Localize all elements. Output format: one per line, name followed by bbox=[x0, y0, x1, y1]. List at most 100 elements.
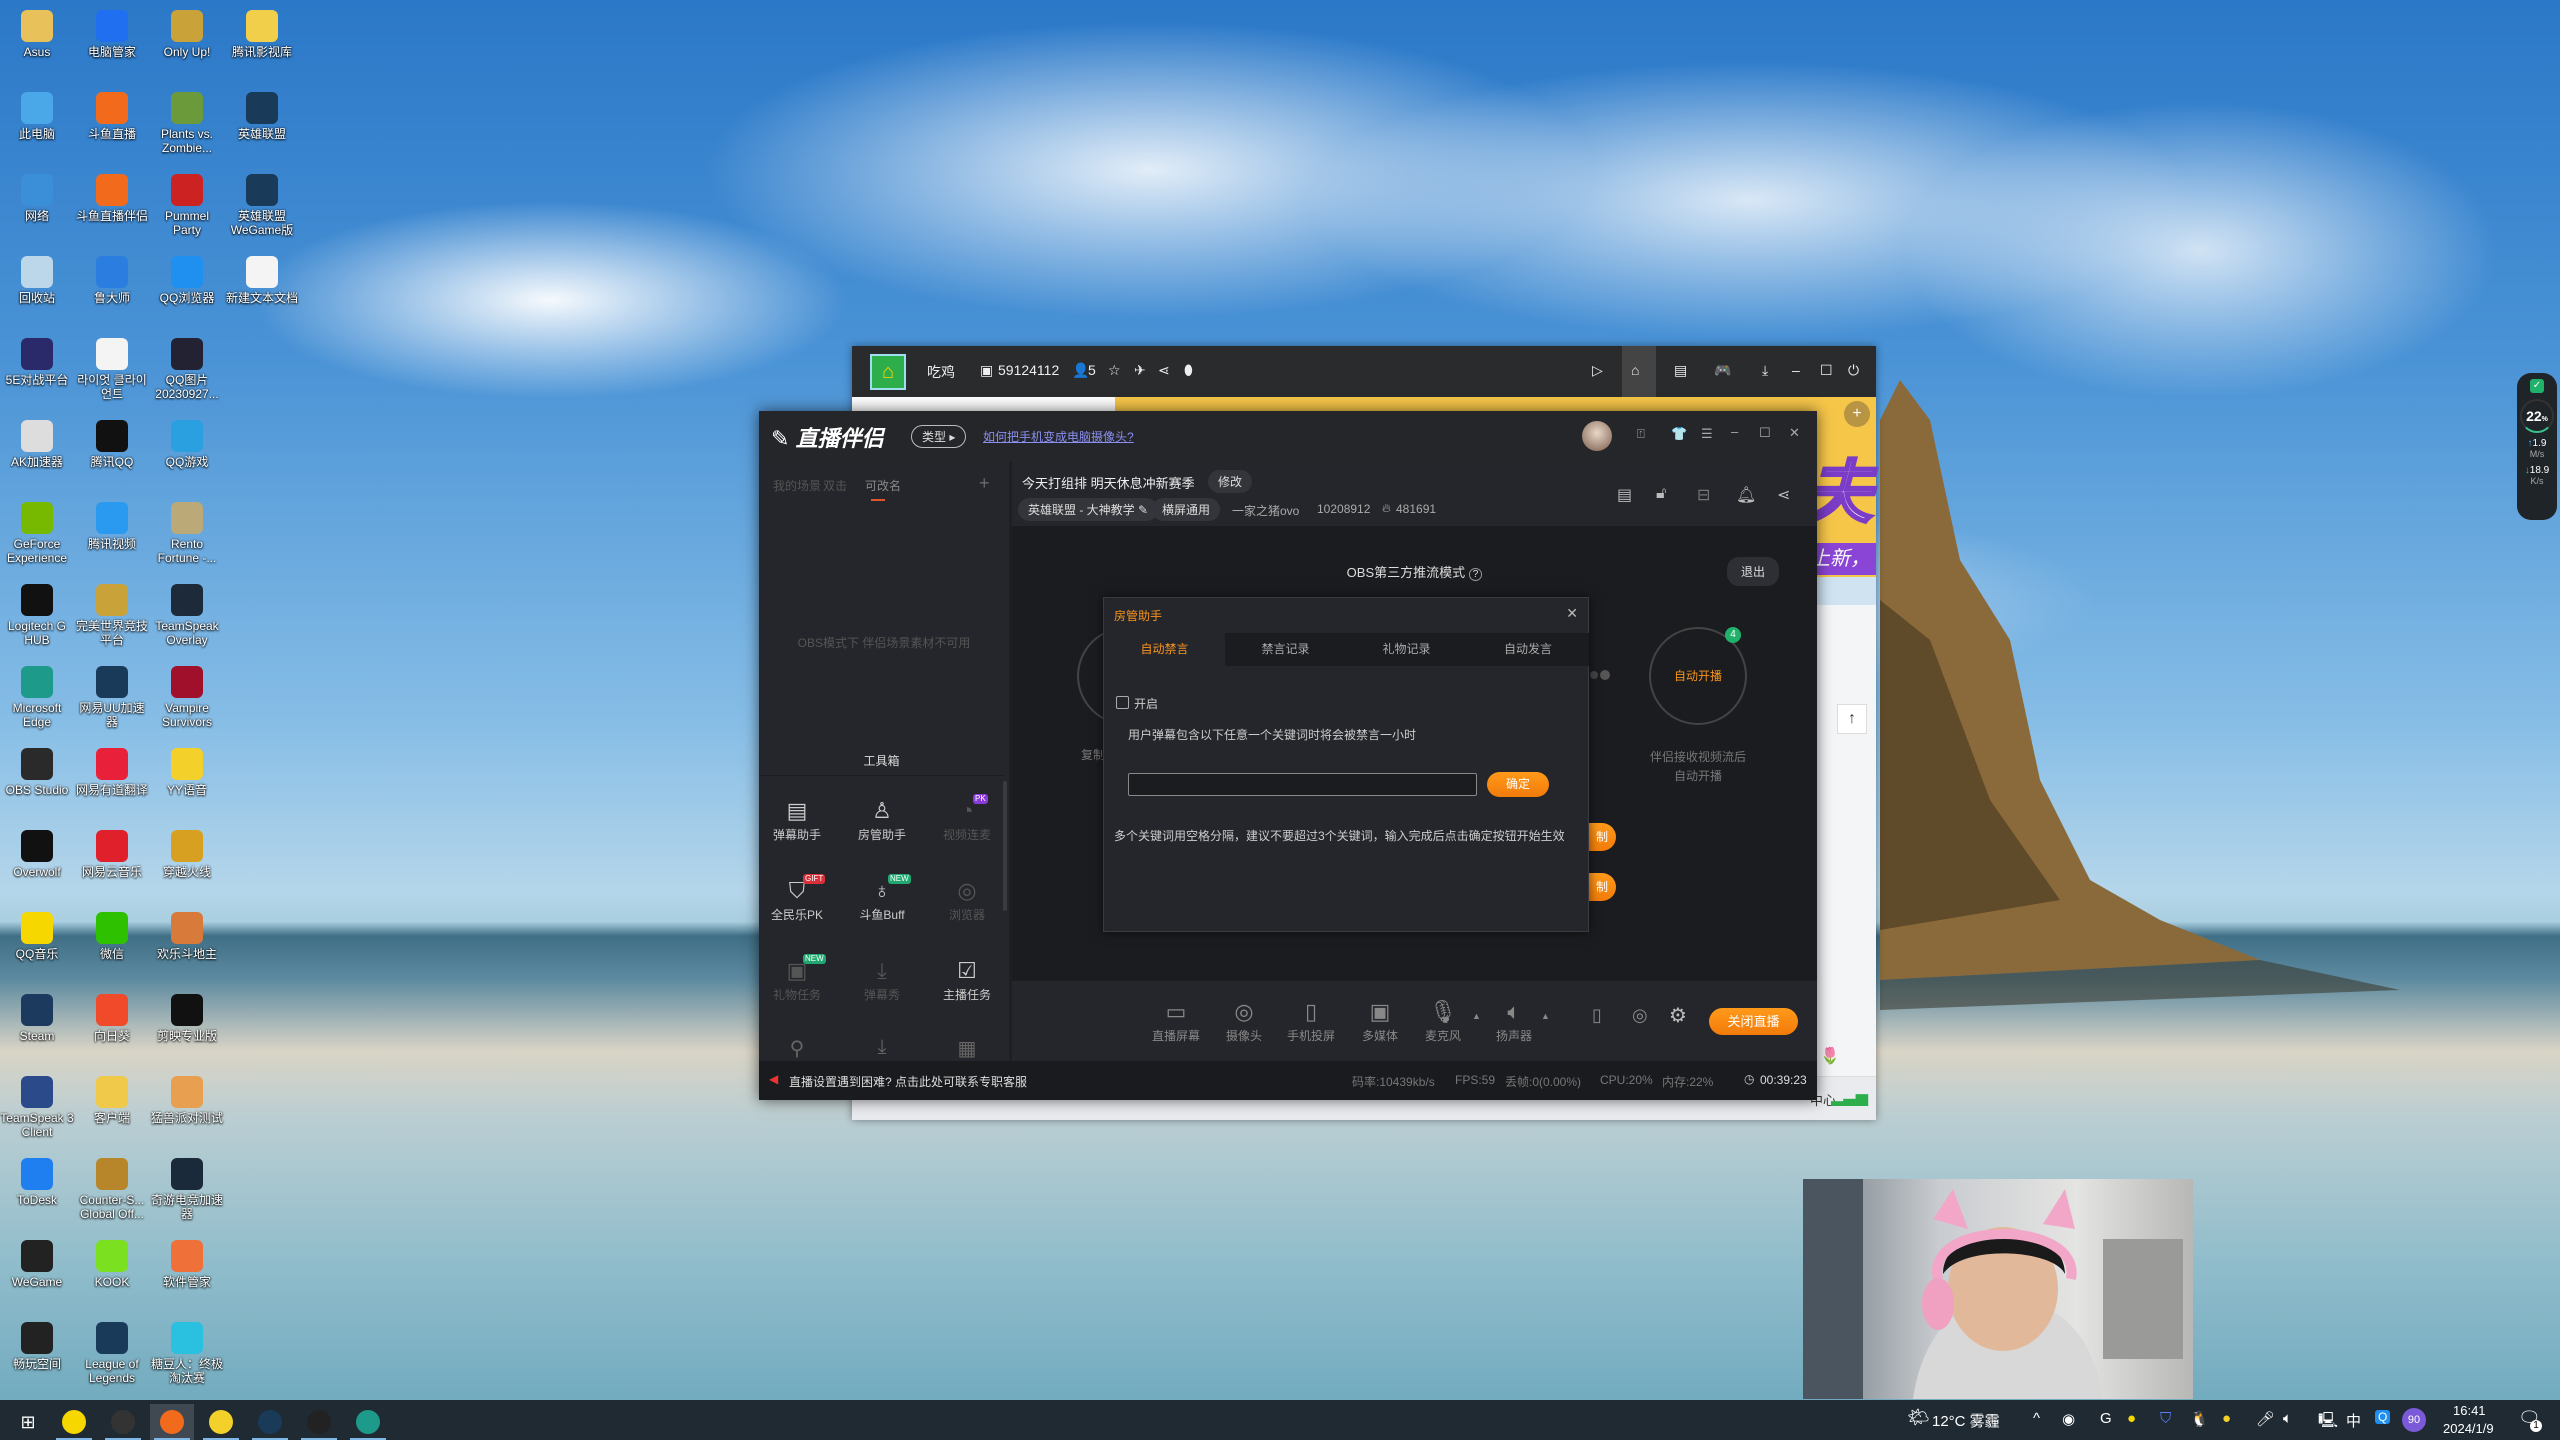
desktop-icon[interactable]: QQ浏览器 bbox=[150, 256, 224, 305]
home-icon[interactable]: ⌂ bbox=[1631, 362, 1639, 378]
close-icon[interactable]: ✕ bbox=[1566, 605, 1578, 622]
desktop-icon[interactable]: 欢乐斗地主 bbox=[150, 912, 224, 961]
desktop-icon[interactable]: 客户端 bbox=[75, 1076, 149, 1125]
desktop-icon[interactable]: QQ游戏 bbox=[150, 420, 224, 469]
minimize-icon[interactable]: – bbox=[1792, 362, 1800, 378]
taskbar-obs-studio[interactable] bbox=[101, 1404, 145, 1440]
desktop-icon[interactable]: Asus bbox=[0, 10, 74, 59]
scene-tab[interactable]: 双击 bbox=[823, 477, 847, 494]
list-icon[interactable]: ▤ bbox=[1674, 362, 1687, 379]
qq-browser-tray-icon[interactable]: Q bbox=[2375, 1410, 2391, 1424]
desktop-icon[interactable]: WeGame bbox=[0, 1240, 74, 1289]
shield-icon[interactable]: ⬮ bbox=[1184, 362, 1193, 379]
settings-icon[interactable]: ⚙ bbox=[1669, 1003, 1687, 1028]
tool-pk[interactable]: ⛉ 全民乐PK GIFT bbox=[757, 874, 837, 923]
desktop-icon[interactable]: 腾讯视频 bbox=[75, 502, 149, 551]
taskbar-league-of-legends[interactable] bbox=[248, 1404, 292, 1440]
video-icon[interactable]: ▷ bbox=[1592, 362, 1603, 379]
desktop-icon[interactable]: 网易UU加速器 bbox=[75, 666, 149, 729]
desktop-icon[interactable]: Pummel Party bbox=[150, 174, 224, 237]
desktop-icon[interactable]: Counter-S... Global Off... bbox=[75, 1158, 149, 1221]
desktop-icon[interactable]: 完美世界竞技平台 bbox=[75, 584, 149, 647]
enable-checkbox[interactable] bbox=[1116, 696, 1129, 709]
start-button[interactable]: ⊞ bbox=[6, 1404, 50, 1440]
desktop-icon[interactable]: 라이엇 클라이언트 bbox=[75, 338, 149, 401]
dialog-tab[interactable]: 自动发言 bbox=[1467, 633, 1589, 666]
share-icon[interactable]: ⋖ bbox=[1777, 485, 1790, 505]
desktop-icon[interactable]: 此电脑 bbox=[0, 92, 74, 141]
desktop-icon[interactable]: 剪映专业版 bbox=[150, 994, 224, 1043]
menu-icon[interactable]: ☰ bbox=[1701, 426, 1713, 442]
tool-anchor-task[interactable]: ☑ 主播任务 bbox=[927, 956, 1007, 1003]
edit-title-button[interactable]: 修改 bbox=[1208, 470, 1253, 493]
desktop-icon[interactable]: 斗鱼直播 bbox=[75, 92, 149, 141]
dialog-tab[interactable]: 礼物记录 bbox=[1346, 633, 1467, 666]
maximize-icon[interactable]: ☐ bbox=[1759, 425, 1771, 441]
desktop-icon[interactable]: YY语音 bbox=[150, 748, 224, 797]
desktop-icon[interactable]: 糖豆人：终极淘汰赛 bbox=[150, 1322, 224, 1385]
tool-gift-task[interactable]: ▣ 礼物任务 NEW bbox=[757, 954, 837, 1003]
tulip-icon[interactable]: 🌷 bbox=[1820, 1046, 1840, 1066]
confirm-button[interactable]: 确定 bbox=[1487, 772, 1549, 797]
ime-indicator[interactable]: 中 bbox=[2346, 1410, 2361, 1431]
support-link[interactable]: 直播设置遇到困难? 点击此处可联系专职客服 bbox=[789, 1073, 1027, 1090]
control-camera[interactable]: ◎ 摄像头 bbox=[1214, 999, 1274, 1044]
desktop-icon[interactable]: 新建文本文档 bbox=[225, 256, 299, 305]
maximize-icon[interactable]: ☐ bbox=[1820, 362, 1833, 379]
desktop-icon[interactable]: 奇游电竞加速器 bbox=[150, 1158, 224, 1221]
bell-icon[interactable]: 🔔︎ bbox=[1736, 485, 1756, 505]
desktop-icon[interactable]: 5E对战平台 bbox=[0, 338, 74, 387]
download-icon[interactable]: ⤓ bbox=[842, 1036, 922, 1059]
plane-icon[interactable]: ✈ bbox=[1134, 362, 1146, 379]
taskbar-edge[interactable] bbox=[346, 1404, 390, 1440]
lock-icon[interactable]: 🔓︎ bbox=[1656, 485, 1666, 503]
dialog-tab[interactable]: 禁言记录 bbox=[1225, 633, 1346, 666]
volume-icon[interactable]: 🔈︎ bbox=[2283, 1410, 2292, 1427]
minimize-icon[interactable]: – bbox=[1731, 424, 1738, 439]
desktop-icon[interactable]: 畅玩空间 bbox=[0, 1322, 74, 1371]
desktop-icon[interactable]: 网易云音乐 bbox=[75, 830, 149, 879]
g-tray-icon[interactable]: G bbox=[2100, 1410, 2112, 1427]
taskbar-yy[interactable] bbox=[199, 1404, 243, 1440]
tray-badge[interactable]: 90 bbox=[2402, 1408, 2426, 1432]
power-icon[interactable]: ⏻ bbox=[1848, 362, 1859, 379]
qqmusic-tray-icon[interactable]: ● bbox=[2127, 1410, 2136, 1427]
control-screen[interactable]: ▭ 直播屏幕 bbox=[1146, 999, 1206, 1044]
desktop-icon[interactable]: KOOK bbox=[75, 1240, 149, 1289]
tool-video-link[interactable]: ◔ 视频连麦 PK bbox=[927, 794, 1007, 843]
add-scene-icon[interactable]: + bbox=[979, 473, 990, 494]
skin-icon[interactable]: 👕 bbox=[1671, 426, 1687, 442]
desktop-icon[interactable]: 腾讯QQ bbox=[75, 420, 149, 469]
taskbar-qq-music[interactable] bbox=[52, 1404, 96, 1440]
share-icon[interactable]: ⋖ bbox=[1158, 362, 1170, 379]
taskbar-douyu-companion[interactable] bbox=[150, 1404, 194, 1440]
desktop-icon[interactable]: Logitech G HUB bbox=[0, 584, 74, 647]
tray-expand-icon[interactable]: ^ bbox=[2033, 1410, 2040, 1427]
key-icon[interactable]: ⚲ bbox=[757, 1036, 837, 1061]
desktop-icon[interactable]: 微信 bbox=[75, 912, 149, 961]
desktop-icon[interactable]: AK加速器 bbox=[0, 420, 74, 469]
desktop-icon[interactable]: 软件管家 bbox=[150, 1240, 224, 1289]
dialog-tab[interactable]: 自动禁言 bbox=[1104, 633, 1225, 666]
desktop-icon[interactable]: 猛兽派对测试 bbox=[150, 1076, 224, 1125]
guard-tray-icon[interactable]: ⛉ bbox=[2160, 1410, 2171, 1427]
home-badge-icon[interactable]: ⌂ bbox=[870, 354, 906, 390]
avatar[interactable] bbox=[1582, 421, 1612, 451]
category-tag[interactable]: 英雄联盟 - 大神教学 ✎ bbox=[1018, 498, 1159, 521]
desktop-icon[interactable]: Vampire Survivors bbox=[150, 666, 224, 729]
scene-tab[interactable]: 可改名 bbox=[865, 477, 901, 494]
exit-button[interactable]: 退出 bbox=[1727, 557, 1780, 586]
plus-icon[interactable]: + bbox=[1844, 401, 1870, 427]
desktop-icon[interactable]: 鲁大师 bbox=[75, 256, 149, 305]
layout-tag[interactable]: 横屏通用 bbox=[1152, 498, 1221, 521]
desktop-icon[interactable]: 英雄联盟 bbox=[225, 92, 299, 141]
desktop-icon[interactable]: Steam bbox=[0, 994, 74, 1043]
keyword-input[interactable] bbox=[1128, 773, 1477, 796]
gamepad-icon[interactable]: 🎮 bbox=[1714, 362, 1731, 379]
target-icon[interactable]: ◎ bbox=[1632, 1005, 1648, 1026]
desktop-icon[interactable]: Plants vs. Zombie... bbox=[150, 92, 224, 155]
mic-caret-icon[interactable]: ▲ bbox=[1472, 1011, 1481, 1021]
obs-tray-icon[interactable]: ◉ bbox=[2062, 1410, 2075, 1428]
download-icon[interactable]: ⤓ bbox=[1762, 362, 1768, 379]
tool-browser[interactable]: ◎ 浏览器 bbox=[927, 876, 1007, 923]
